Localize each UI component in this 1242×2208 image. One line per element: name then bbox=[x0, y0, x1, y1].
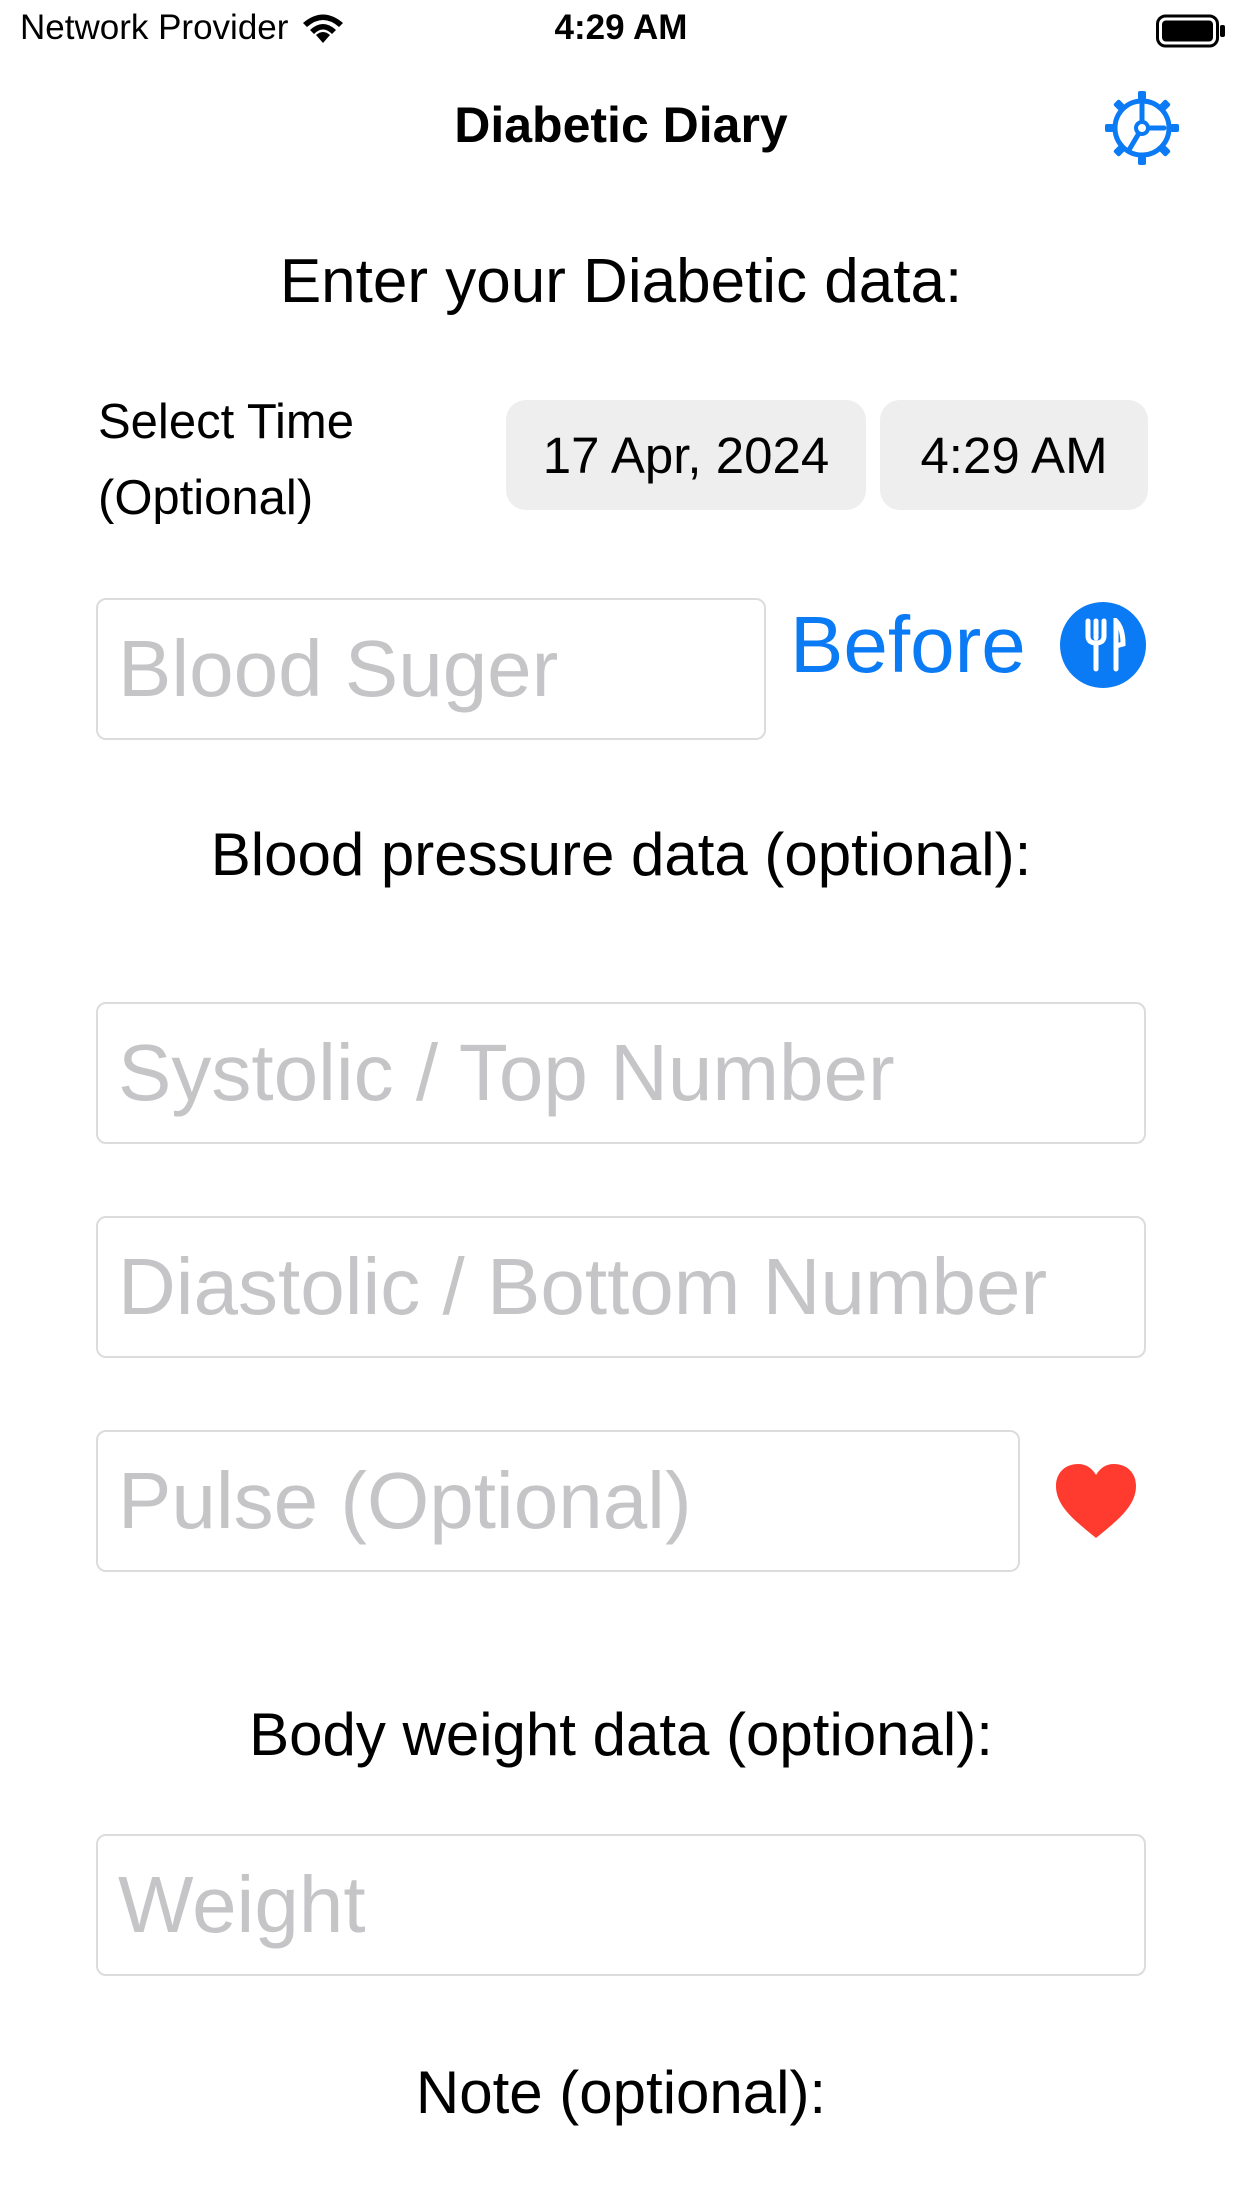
meal-timing-toggle[interactable]: Before bbox=[790, 598, 1146, 692]
time-value: 4:29 AM bbox=[920, 426, 1108, 484]
systolic-input[interactable] bbox=[98, 1004, 1144, 1142]
blood-sugar-input[interactable] bbox=[98, 600, 764, 738]
meal-timing-label: Before bbox=[790, 600, 1026, 689]
pulse-input[interactable] bbox=[98, 1432, 1018, 1570]
select-time-label: Select Time (Optional) bbox=[98, 395, 354, 525]
date-picker-button[interactable]: 17 Apr, 2024 bbox=[506, 400, 866, 510]
note-heading: Note (optional): bbox=[415, 2059, 827, 2126]
systolic-field bbox=[96, 1002, 1146, 1144]
blood-sugar-field bbox=[96, 598, 766, 740]
bp-heading: Blood pressure data (optional): bbox=[210, 821, 1032, 888]
gear-icon[interactable] bbox=[1104, 90, 1180, 166]
diastolic-field bbox=[96, 1216, 1146, 1358]
nav-title: Diabetic Diary bbox=[454, 97, 788, 153]
heart-icon bbox=[1056, 1464, 1136, 1538]
pulse-field bbox=[96, 1430, 1020, 1572]
form-heading: Enter your Diabetic data: bbox=[279, 247, 963, 316]
weight-heading: Body weight data (optional): bbox=[249, 1701, 993, 1768]
weight-field bbox=[96, 1834, 1146, 1976]
time-picker-button[interactable]: 4:29 AM bbox=[880, 400, 1148, 510]
diastolic-input[interactable] bbox=[98, 1218, 1144, 1356]
weight-input[interactable] bbox=[98, 1836, 1144, 1974]
status-bar-time: 4:29 AM bbox=[554, 8, 688, 47]
fork-knife-icon bbox=[1059, 602, 1146, 688]
date-value: 17 Apr, 2024 bbox=[542, 426, 830, 484]
battery-icon bbox=[1156, 14, 1225, 48]
